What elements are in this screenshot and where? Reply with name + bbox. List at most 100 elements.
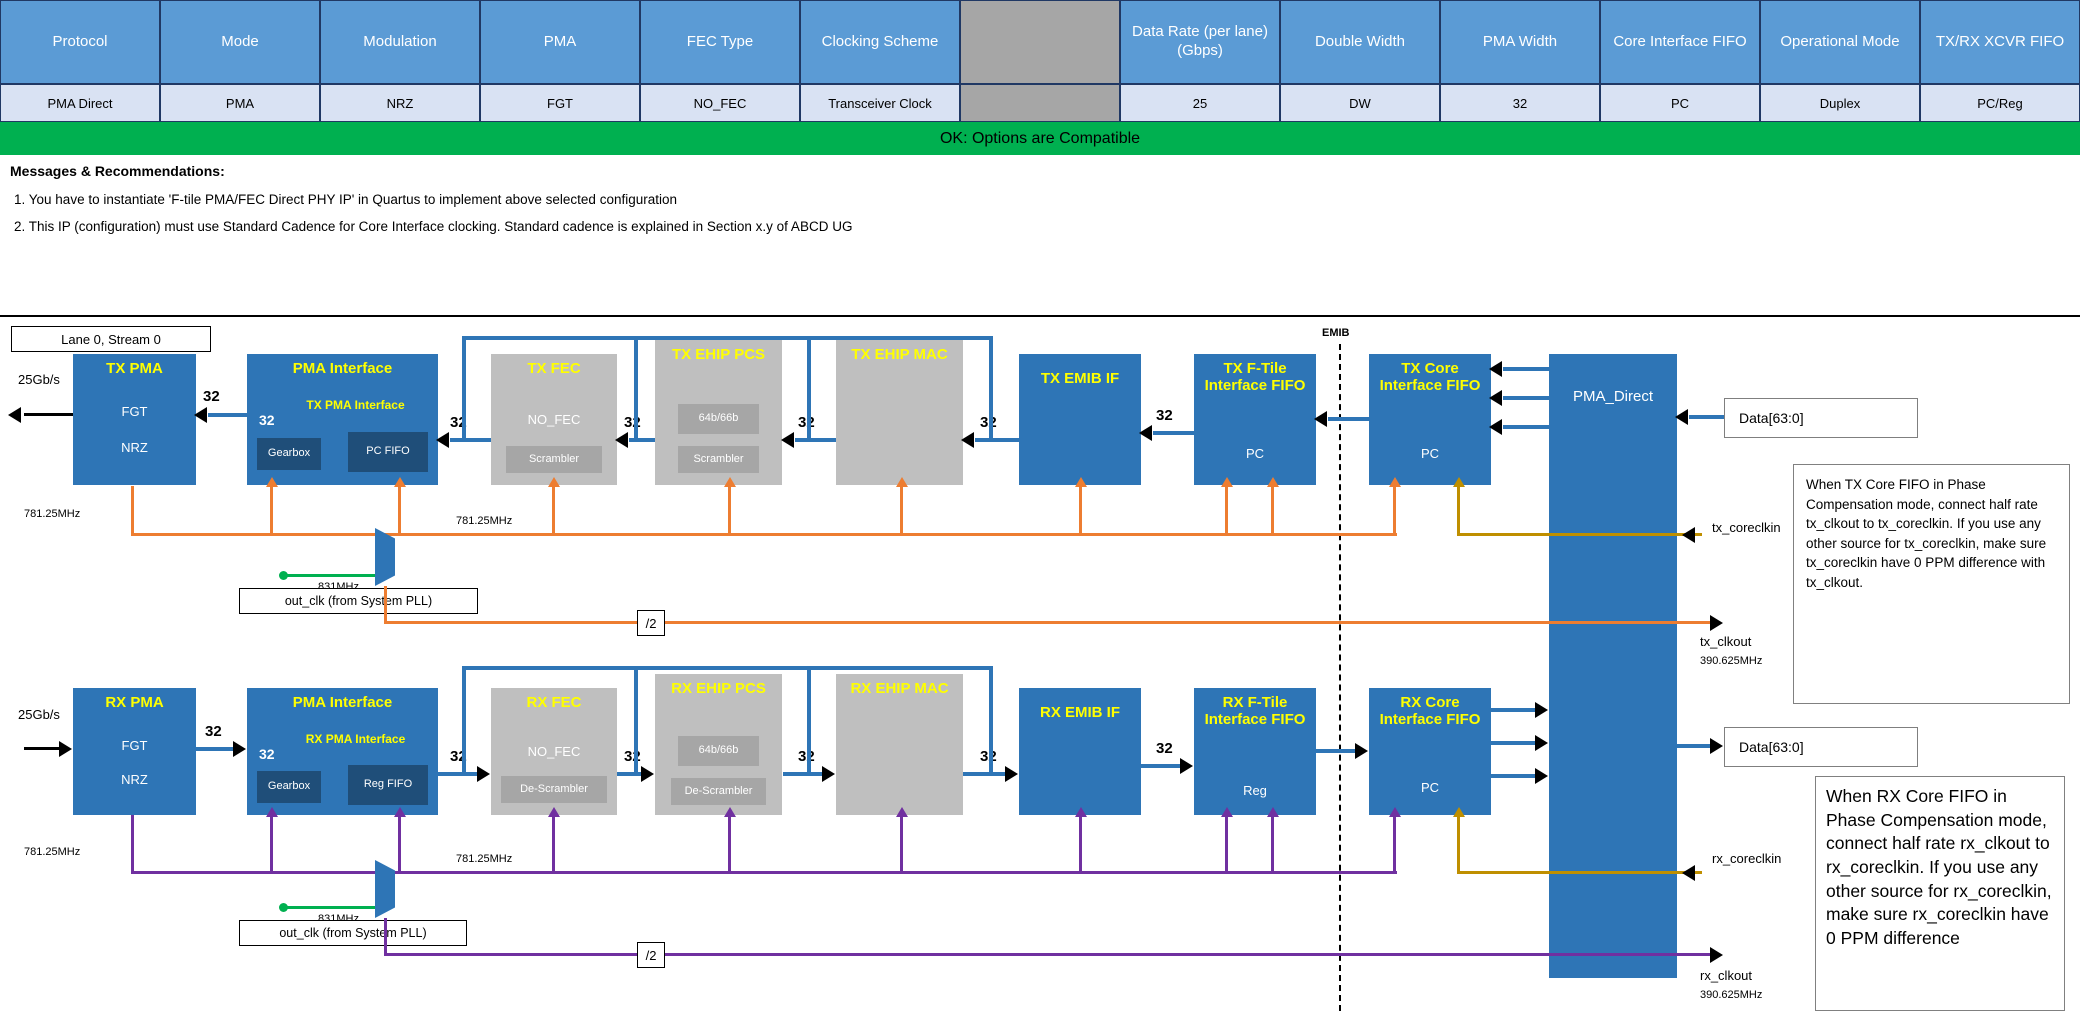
tx-coreclkin-line — [1457, 533, 1702, 536]
rx-core-bus-line — [1491, 774, 1537, 778]
tx-pll-line — [285, 574, 377, 577]
rx-clock-stub — [1271, 817, 1274, 873]
tx-bus-arrowhead-icon — [961, 432, 974, 448]
cell-pma-width[interactable]: 32 — [1440, 84, 1600, 122]
header-mode: Mode — [160, 0, 320, 84]
cell-operational-mode[interactable]: Duplex — [1760, 84, 1920, 122]
rx-coreclkin-port-icon — [1682, 865, 1695, 881]
tx-clock-arrowhead-icon — [1221, 477, 1233, 487]
tx-bypass-drop — [989, 336, 993, 442]
tx-pc-fifo-subblock: PC FIFO — [348, 432, 428, 472]
cell-clocking-scheme[interactable]: Transceiver Clock — [800, 84, 960, 122]
rx-ftile-fifo-block: RX F-Tile Interface FIFO Reg — [1194, 688, 1316, 815]
tx-core-bus-line — [1503, 367, 1549, 371]
rx-core-fifo-block: RX Core Interface FIFO PC — [1369, 688, 1491, 815]
rx-bus-line — [617, 772, 643, 776]
cell-txrx-xcvr-fifo[interactable]: PC/Reg — [1920, 84, 2080, 122]
header-blank — [960, 0, 1120, 84]
rx-divider-box: /2 — [637, 942, 665, 968]
tx-coreclkin-stub — [1457, 486, 1460, 535]
tx-pma-interface-width: 32 — [259, 412, 275, 428]
lane-stream-label: Lane 0, Stream 0 — [61, 332, 161, 347]
tx-clock-arrowhead-icon — [266, 477, 278, 487]
tx-core-arrowhead-icon — [1489, 390, 1502, 406]
rx-data-bus-line — [1677, 744, 1712, 748]
tx-coreclkin-arrowhead-icon — [1453, 477, 1465, 487]
rx-bus-arrowhead-icon — [822, 766, 835, 782]
tx-clock-stub — [728, 486, 731, 535]
header-modulation: Modulation — [320, 0, 480, 84]
column-blank — [960, 0, 1120, 122]
rx-clock-arrowhead-icon — [1389, 807, 1401, 817]
rx-note-box: When RX Core FIFO in Phase Compensation … — [1815, 776, 2065, 1011]
cell-data-rate[interactable]: 25 — [1120, 84, 1280, 122]
tx-ehip-pcs-title: TX EHIP PCS — [655, 340, 782, 363]
tx-bypass-drop — [462, 336, 466, 442]
tx-clock-arrowhead-icon — [1267, 477, 1279, 487]
column-txrx-xcvr-fifo: TX/RX XCVR FIFO PC/Reg — [1920, 0, 2080, 122]
cell-fec-type[interactable]: NO_FEC — [640, 84, 800, 122]
rx-core-arrowhead-icon — [1535, 735, 1548, 751]
tx-bypass-drop — [807, 336, 811, 442]
rx-core-bus-line — [1491, 741, 1537, 745]
cell-pma[interactable]: FGT — [480, 84, 640, 122]
rx-clock-stub — [1079, 817, 1082, 873]
header-pma-width: PMA Width — [1440, 0, 1600, 84]
tx-fec-title: TX FEC — [491, 354, 617, 377]
tx-bus-arrowhead-icon — [1314, 411, 1327, 427]
tx-ehip-pcs-block: TX EHIP PCS 64b/66b Scrambler — [655, 340, 782, 485]
cell-mode[interactable]: PMA — [160, 84, 320, 122]
tx-data-box: Data[63:0] — [1724, 398, 1918, 438]
tx-div-feed-line — [384, 586, 387, 624]
rx-clkout-line — [665, 953, 1712, 956]
cell-double-width[interactable]: DW — [1280, 84, 1440, 122]
pma-direct-block: PMA_Direct — [1549, 354, 1677, 978]
screen: Protocol PMA Direct Mode PMA Modulation … — [0, 0, 2080, 1011]
rx-pma-nrz: NRZ — [73, 772, 196, 787]
rx-bus-line — [963, 772, 1007, 776]
rx-clkout-arrowhead-icon — [1710, 947, 1723, 963]
tx-core-fifo-block: TX Core Interface FIFO PC — [1369, 354, 1491, 485]
config-table: Protocol PMA Direct Mode PMA Modulation … — [0, 0, 2080, 122]
rx-gearbox-subblock: Gearbox — [257, 771, 321, 803]
tx-bus-width-label: 32 — [624, 414, 641, 431]
tx-pma-fgt: FGT — [73, 404, 196, 419]
header-fec-type: FEC Type — [640, 0, 800, 84]
rx-ehip-pcs-block: RX EHIP PCS 64b/66b De-Scrambler — [655, 674, 782, 815]
rx-64b66b-subblock: 64b/66b — [678, 736, 759, 766]
rx-bus-arrowhead-icon — [641, 766, 654, 782]
tx-pll-box: out_clk (from System PLL) — [239, 588, 478, 614]
tx-clock-source-line — [131, 486, 134, 535]
tx-core-bus-line — [1503, 396, 1549, 400]
tx-bus-arrowhead-icon — [615, 432, 628, 448]
rx-bus-line — [196, 747, 235, 751]
tx-pcs-scrambler-subblock: Scrambler — [678, 446, 759, 473]
rx-clkout-freq-label: 390.625MHz — [1700, 989, 1762, 1001]
tx-64b66b-subblock: 64b/66b — [678, 404, 759, 434]
rx-core-bus-line — [1491, 708, 1537, 712]
rx-coreclkin-line — [1457, 871, 1702, 874]
tx-bus-arrowhead-icon — [1139, 425, 1152, 441]
messages-title: Messages & Recommendations: — [10, 163, 225, 179]
column-pma-width: PMA Width 32 — [1440, 0, 1600, 122]
column-operational-mode: Operational Mode Duplex — [1760, 0, 1920, 122]
rx-fec-title: RX FEC — [491, 688, 617, 711]
cell-modulation[interactable]: NRZ — [320, 84, 480, 122]
cell-blank — [960, 84, 1120, 122]
rx-core-fifo-mode: PC — [1369, 780, 1491, 795]
tx-data-arrowhead-icon — [1675, 409, 1688, 425]
rx-rate-label: 25Gb/s — [18, 707, 60, 722]
rx-bus-arrowhead-icon — [1180, 758, 1193, 774]
header-pma: PMA — [480, 0, 640, 84]
cell-protocol[interactable]: PMA Direct — [0, 84, 160, 122]
tx-bus-arrowhead-icon — [436, 432, 449, 448]
cell-core-interface-fifo[interactable]: PC — [1600, 84, 1760, 122]
rx-clock-stub — [728, 817, 731, 873]
rx-bus-width-label: 32 — [1156, 740, 1173, 757]
pma-direct-label: PMA_Direct — [1549, 388, 1677, 405]
tx-clkout-line — [665, 621, 1712, 624]
tx-bypass-line — [462, 336, 993, 340]
rx-coreclkin-stub — [1457, 816, 1460, 872]
tx-clkout-label: tx_clkout — [1700, 634, 1751, 649]
rx-bypass-drop — [462, 666, 466, 776]
